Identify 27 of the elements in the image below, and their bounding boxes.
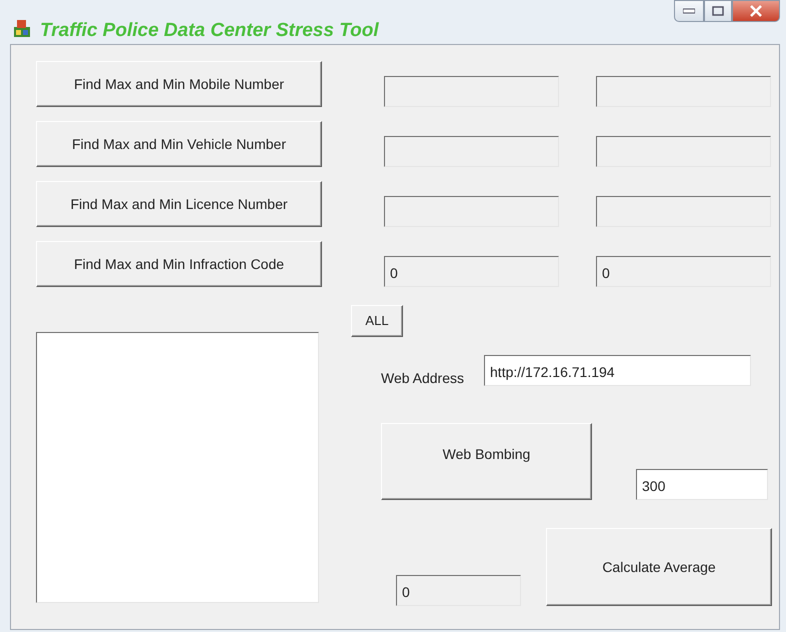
result-field[interactable]: 0 — [596, 256, 771, 286]
maximize-icon — [712, 6, 724, 16]
app-icon — [12, 18, 32, 38]
result-field[interactable] — [384, 76, 559, 106]
result-field[interactable] — [384, 136, 559, 166]
result-field[interactable] — [384, 196, 559, 226]
find-button[interactable]: Find Max and Min Vehicle Number — [36, 121, 322, 167]
request-count-field[interactable]: 300 — [636, 469, 768, 500]
web-address-field[interactable]: http://172.16.71.194 — [484, 355, 752, 386]
maximize-button[interactable] — [704, 0, 732, 22]
result-field[interactable]: 0 — [384, 256, 559, 286]
find-button[interactable]: Find Max and Min Infraction Code — [36, 241, 322, 287]
minimize-button[interactable] — [674, 0, 704, 22]
find-button[interactable]: Find Max and Min Licence Number — [36, 181, 322, 227]
window-title: Traffic Police Data Center Stress Tool — [40, 19, 379, 43]
close-icon — [749, 5, 763, 17]
minimize-icon — [683, 8, 695, 14]
web-bombing-button[interactable]: Web Bombing — [381, 423, 592, 500]
average-field[interactable]: 0 — [396, 575, 521, 606]
all-button[interactable]: ALL — [351, 305, 403, 337]
result-field[interactable] — [596, 196, 771, 226]
result-field[interactable] — [596, 76, 771, 106]
web-address-label: Web Address — [381, 369, 464, 388]
find-button[interactable]: Find Max and Min Mobile Number — [36, 61, 322, 107]
calculate-average-button[interactable]: Calculate Average — [546, 528, 772, 606]
result-field[interactable] — [596, 136, 771, 166]
close-button[interactable] — [732, 0, 780, 22]
